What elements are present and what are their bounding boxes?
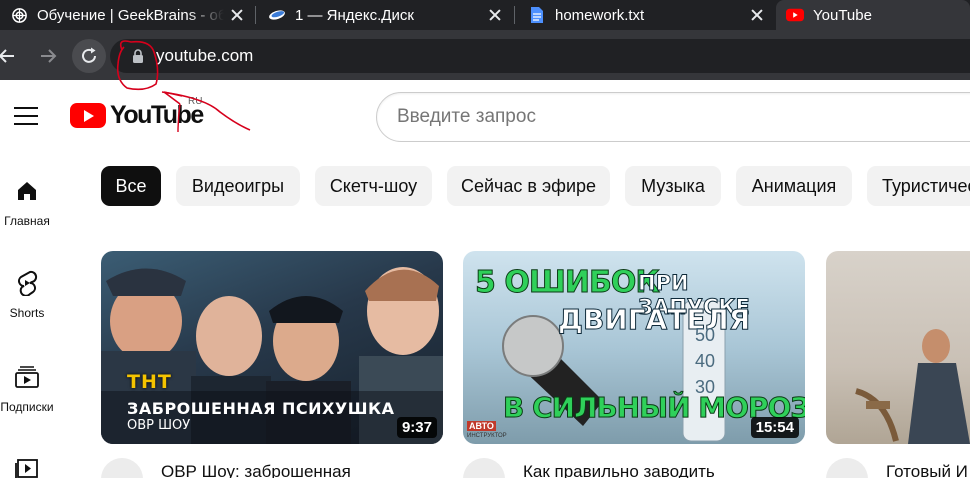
chip-animation[interactable]: Анимация bbox=[736, 166, 852, 206]
geekbrains-icon bbox=[10, 6, 28, 24]
back-button[interactable] bbox=[0, 39, 24, 73]
subscriptions-icon bbox=[14, 364, 40, 390]
chip-music[interactable]: Музыка bbox=[625, 166, 721, 206]
video-thumbnail[interactable]: ТНТ ЗАБРОШЕННАЯ ПСИХУШКА ОВР ШОУ 9:37 bbox=[101, 251, 443, 444]
region-label: RU bbox=[188, 96, 203, 107]
yandex-disk-icon bbox=[268, 6, 286, 24]
video-thumbnail[interactable] bbox=[826, 251, 970, 444]
tab-title: 1 — Яндекс.Диск bbox=[295, 6, 414, 24]
video-title[interactable]: Как правильно заводить bbox=[523, 462, 793, 478]
channel-avatar[interactable] bbox=[826, 458, 868, 478]
tab-youtube[interactable]: YouTube bbox=[776, 0, 970, 30]
chip-tourism[interactable]: Туристические bbox=[867, 166, 970, 206]
thumbnail-logo: АВТО bbox=[467, 421, 496, 431]
sidebar-item-library[interactable] bbox=[0, 456, 54, 478]
thumbnail-headline: ЗАБРОШЕННАЯ ПСИХУШКА bbox=[127, 399, 395, 418]
close-icon[interactable] bbox=[750, 8, 764, 22]
youtube-icon bbox=[786, 6, 804, 24]
search-box[interactable] bbox=[376, 92, 970, 142]
tab-homework[interactable]: homework.txt bbox=[518, 0, 774, 30]
document-icon bbox=[528, 6, 546, 24]
thumbnail-image bbox=[855, 329, 970, 444]
thumbnail-scale-1: 50 bbox=[695, 325, 716, 345]
sidebar-item-shorts[interactable]: Shorts bbox=[0, 270, 54, 320]
hamburger-menu-icon[interactable] bbox=[14, 107, 38, 125]
video-duration: 9:37 bbox=[396, 417, 437, 438]
chip-sketch-show[interactable]: Скетч-шоу bbox=[315, 166, 432, 206]
tab-title: YouTube bbox=[813, 6, 872, 24]
sidebar-item-label: Подписки bbox=[0, 400, 54, 414]
youtube-page: YouTube RU Главная Shorts Подписки Все В… bbox=[0, 80, 970, 478]
reload-icon bbox=[82, 47, 96, 63]
tab-title: homework.txt bbox=[555, 6, 645, 24]
tab-separator bbox=[514, 6, 515, 24]
thumbnail-scale-2: 40 bbox=[695, 351, 716, 371]
close-icon[interactable] bbox=[488, 8, 502, 22]
sidebar-item-label: Shorts bbox=[9, 306, 45, 320]
youtube-logo[interactable]: YouTube RU bbox=[70, 96, 204, 130]
reload-button[interactable] bbox=[72, 39, 106, 73]
tab-separator bbox=[255, 6, 256, 24]
channel-avatar[interactable] bbox=[101, 458, 143, 478]
browser-toolbar: youtube.com bbox=[0, 30, 970, 80]
library-icon bbox=[14, 456, 40, 478]
forward-button[interactable] bbox=[31, 39, 65, 73]
chip-all[interactable]: Все bbox=[101, 166, 161, 206]
chip-live[interactable]: Сейчас в эфире bbox=[447, 166, 610, 206]
thumbnail-subtitle: ОВР ШОУ bbox=[127, 418, 191, 433]
thumbnail-headline-2: ДВИГАТЕЛЯ bbox=[557, 303, 751, 337]
browser-tabstrip: Обучение | GeekBrains - об 1 — Яндекс.Ди… bbox=[0, 0, 970, 30]
back-arrow-icon bbox=[0, 49, 14, 63]
video-title[interactable]: Готовый И bbox=[886, 462, 970, 478]
address-bar[interactable]: youtube.com bbox=[110, 39, 970, 73]
close-icon[interactable] bbox=[230, 8, 244, 22]
forward-arrow-icon bbox=[41, 49, 57, 63]
search-input[interactable] bbox=[397, 106, 957, 128]
channel-avatar[interactable] bbox=[463, 458, 505, 478]
sidebar-item-home[interactable]: Главная bbox=[0, 178, 54, 228]
home-icon bbox=[14, 178, 40, 204]
thumbnail-badge: ТНТ bbox=[127, 371, 172, 393]
sidebar-item-label: Главная bbox=[4, 214, 50, 228]
shorts-icon bbox=[14, 270, 40, 296]
thumbnail-logo-sub: ИНСТРУКТОР bbox=[467, 433, 507, 439]
video-duration: 15:54 bbox=[750, 417, 799, 438]
url-text: youtube.com bbox=[156, 46, 254, 65]
tab-yandex-disk[interactable]: 1 — Яндекс.Диск bbox=[258, 0, 512, 30]
youtube-play-icon bbox=[70, 102, 106, 128]
lock-icon[interactable] bbox=[132, 49, 144, 63]
tab-geekbrains[interactable]: Обучение | GeekBrains - об bbox=[0, 0, 254, 30]
chip-videogames[interactable]: Видеоигры bbox=[176, 166, 300, 206]
tab-title: Обучение | GeekBrains - об bbox=[37, 6, 224, 24]
video-thumbnail[interactable]: 5 ОШИБОК ПРИ ЗАПУСКЕ ДВИГАТЕЛЯ 50 40 30 … bbox=[463, 251, 805, 444]
sidebar-item-subscriptions[interactable]: Подписки bbox=[0, 364, 54, 414]
video-title[interactable]: ОВР Шоу: заброшенная bbox=[161, 462, 431, 478]
thumbnail-headline-1a: 5 ОШИБОК bbox=[475, 265, 661, 301]
